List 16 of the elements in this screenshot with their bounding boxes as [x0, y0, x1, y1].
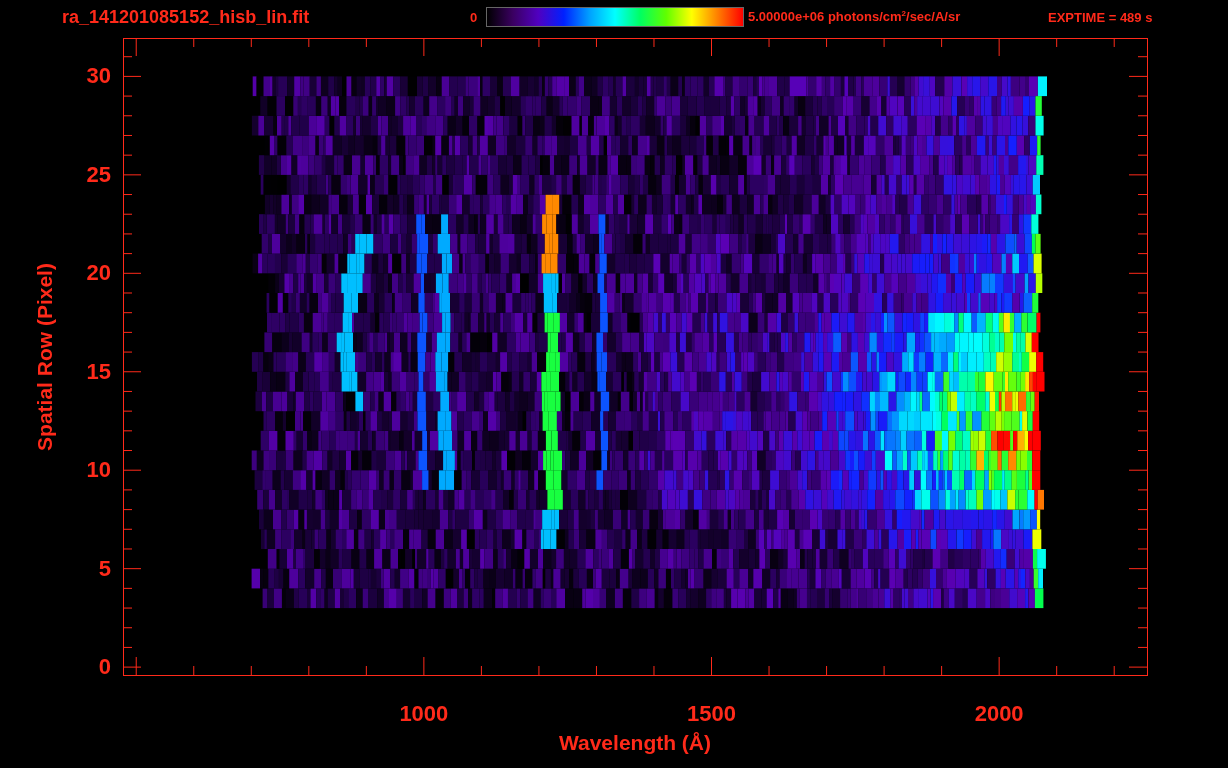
y-tick-label: 10 [86, 457, 111, 484]
y-tick-label: 15 [86, 358, 111, 385]
y-tick-label: 20 [86, 260, 111, 287]
x-tick-label: 1500 [687, 701, 736, 727]
y-tick-label: 5 [98, 555, 111, 582]
y-tick-label: 0 [98, 654, 111, 681]
x-tick-label: 1000 [399, 701, 449, 727]
file-name: ra_141201085152_hisb_lin.fit [62, 6, 311, 28]
colorbar-min-label: 0 [470, 9, 479, 25]
x-tick-label: 2000 [974, 701, 1024, 727]
y-tick-label: 25 [86, 161, 111, 188]
x-axis-label: Wavelength (Å) [558, 731, 712, 754]
exposure-time: EXPTIME = 489 s [1048, 9, 1153, 25]
colorbar-max-label: 5.00000e+06 photons/cm$^{2}$/sec/A/sr [748, 9, 962, 25]
y-axis-label: Spatial Row (Pixel) [33, 262, 57, 451]
y-tick-label: 30 [86, 63, 111, 90]
